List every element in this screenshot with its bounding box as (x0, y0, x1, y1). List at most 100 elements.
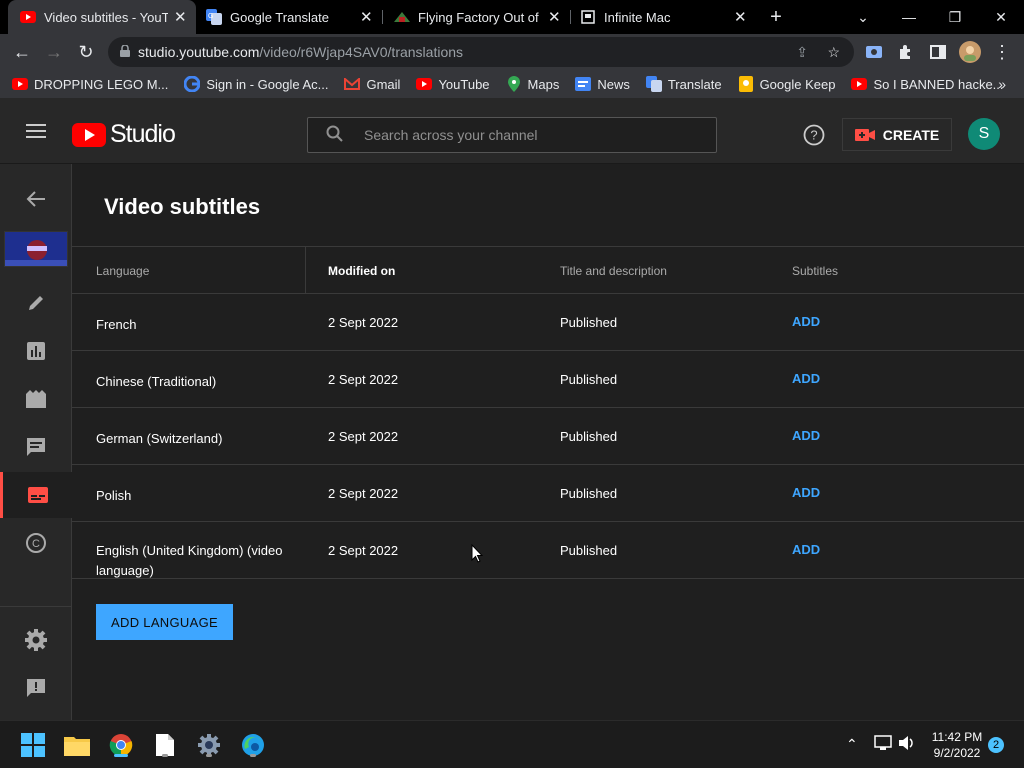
svg-text:?: ? (810, 128, 817, 143)
bookmark-label: DROPPING LEGO M... (34, 76, 169, 92)
subtitles-icon[interactable] (0, 472, 72, 518)
bookmarks-overflow-icon[interactable]: » (998, 76, 1006, 92)
create-label: CREATE (882, 126, 940, 143)
modified-cell: 2 Sept 2022 (328, 429, 399, 444)
table-row: Chinese (Traditional) 2 Sept 2022 Publis… (72, 351, 1024, 408)
close-tab-icon[interactable]: ✕ (360, 8, 373, 26)
modified-cell: 2 Sept 2022 (328, 486, 399, 501)
feedback-icon[interactable] (0, 665, 72, 711)
help-icon[interactable]: ? (803, 124, 825, 151)
analytics-icon[interactable] (0, 328, 72, 374)
tab-search-icon[interactable]: ⌄ (840, 0, 886, 34)
profile-avatar[interactable] (956, 38, 984, 66)
running-app-indicator (162, 754, 168, 757)
back-icon[interactable]: ← (8, 38, 36, 66)
title-description-status[interactable]: Published (560, 372, 617, 387)
tab-video-subtitles[interactable]: Video subtitles - YouTu ✕ (8, 0, 196, 34)
close-window-icon[interactable]: ✕ (978, 0, 1024, 34)
bookmark-item[interactable]: Maps (506, 76, 559, 92)
network-icon[interactable] (874, 735, 892, 756)
minimize-icon[interactable]: — (886, 0, 932, 34)
running-app-indicator (206, 754, 212, 757)
video-thumbnail[interactable] (4, 231, 68, 267)
bookmark-item[interactable]: Translate (645, 76, 722, 92)
add-subtitles-button[interactable]: ADD (792, 542, 820, 557)
bookmark-item[interactable]: News (575, 76, 630, 92)
bookmark-item[interactable]: So I BANNED hacke... (851, 76, 1004, 92)
tab-separator (570, 10, 571, 24)
edge-icon[interactable] (238, 730, 268, 760)
bookmark-label: Google Keep (759, 76, 836, 92)
notification-badge[interactable]: 2 (988, 737, 1004, 753)
title-description-status[interactable]: Published (560, 315, 617, 330)
hamburger-menu-icon[interactable] (26, 123, 46, 144)
tab-title: Video subtitles - YouTu (44, 9, 168, 25)
studio-logo[interactable]: Studio (72, 120, 176, 149)
create-button[interactable]: CREATE (842, 118, 952, 151)
forward-icon[interactable]: → (40, 38, 68, 66)
chevron-up-icon[interactable]: ⌃ (846, 736, 858, 753)
volume-icon[interactable] (898, 735, 916, 756)
bookmark-item[interactable]: YouTube (416, 76, 490, 92)
tab-google-translate[interactable]: G Google Translate ✕ (206, 0, 376, 34)
title-description-status[interactable]: Published (560, 429, 617, 444)
restore-icon[interactable]: ❐ (932, 0, 978, 34)
settings-taskbar-icon[interactable] (194, 730, 224, 760)
add-language-button[interactable]: ADD LANGUAGE (96, 604, 233, 640)
comments-icon[interactable] (0, 424, 72, 470)
tab-title: Google Translate (230, 9, 330, 25)
bookmark-item[interactable]: Sign in - Google Ac... (184, 76, 328, 92)
rail-divider (0, 606, 72, 607)
table-row: German (Switzerland) 2 Sept 2022 Publish… (72, 408, 1024, 465)
language-cell: English (United Kingdom) (video language… (96, 543, 283, 578)
new-tab-icon[interactable]: + (754, 0, 798, 34)
close-tab-icon[interactable]: ✕ (734, 8, 747, 26)
add-subtitles-button[interactable]: ADD (792, 371, 820, 386)
close-tab-icon[interactable]: ✕ (174, 8, 187, 26)
bookmark-item[interactable]: Google Keep (738, 76, 836, 92)
svg-text:G: G (208, 13, 213, 20)
screen-capture-icon[interactable] (860, 38, 888, 66)
column-header-modified[interactable]: Modified on (328, 264, 395, 278)
bookmark-label: So I BANNED hacke... (873, 76, 1004, 92)
bookmark-label: Translate (667, 76, 722, 92)
side-panel-icon[interactable] (924, 38, 952, 66)
settings-icon[interactable] (0, 617, 72, 663)
reload-icon[interactable]: ↻ (72, 38, 100, 66)
chrome-menu-icon[interactable]: ⋮ (988, 38, 1016, 66)
add-subtitles-button[interactable]: ADD (792, 485, 820, 500)
windows-start-icon[interactable] (18, 730, 48, 760)
bookmark-item[interactable]: DROPPING LEGO M... (12, 76, 168, 92)
back-arrow-icon[interactable] (0, 176, 72, 222)
channel-search-input[interactable]: Search across your channel (307, 117, 717, 153)
chrome-taskbar-icon[interactable] (106, 730, 136, 760)
system-clock[interactable]: 11:42 PM 9/2/2022 (924, 729, 990, 761)
share-icon[interactable]: ⇪ (796, 44, 808, 61)
add-subtitles-button[interactable]: ADD (792, 314, 820, 329)
bookmark-item[interactable]: Gmail (344, 76, 400, 92)
tab-flying-factory[interactable]: Flying Factory Out of C ✕ (394, 0, 564, 34)
file-explorer-icon[interactable] (62, 730, 92, 760)
notepad-icon[interactable] (150, 730, 180, 760)
bookmark-star-icon[interactable]: ☆ (827, 44, 840, 61)
windows-taskbar: ⌃ 11:42 PM 9/2/2022 2 (0, 720, 1024, 768)
channel-avatar[interactable]: S (968, 118, 1000, 150)
pencil-icon[interactable] (0, 280, 72, 326)
extensions-icon[interactable] (892, 38, 920, 66)
search-icon (326, 125, 344, 146)
title-description-status[interactable]: Published (560, 543, 617, 558)
editor-icon[interactable] (0, 376, 72, 422)
close-tab-icon[interactable]: ✕ (548, 8, 561, 26)
add-subtitles-button[interactable]: ADD (792, 428, 820, 443)
language-cell: Chinese (Traditional) (96, 374, 217, 389)
table-row: Polish 2 Sept 2022 Published ADD (72, 465, 1024, 522)
youtube-favicon-icon (20, 9, 36, 25)
bookmark-label: Sign in - Google Ac... (206, 76, 329, 92)
column-header-language[interactable]: Language (96, 264, 149, 278)
tab-infinite-mac[interactable]: Infinite Mac ✕ (580, 0, 750, 34)
title-description-status[interactable]: Published (560, 486, 617, 501)
bookmark-label: YouTube (438, 76, 490, 92)
copyright-icon[interactable]: C (0, 520, 72, 566)
address-bar[interactable]: studio.youtube.com/video/r6Wjap4SAV0/tra… (108, 37, 854, 67)
tab-title: Flying Factory Out of C (418, 9, 542, 25)
